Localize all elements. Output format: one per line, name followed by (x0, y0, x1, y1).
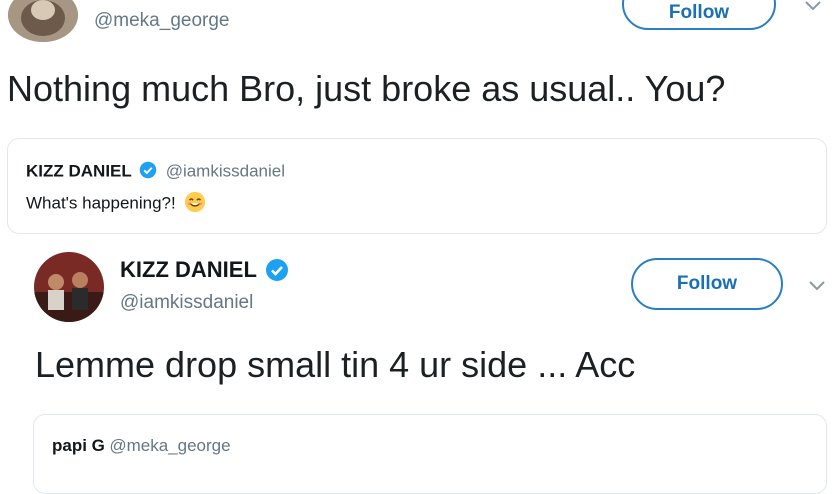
verified-badge-icon (265, 258, 289, 287)
quoted-tweet[interactable]: papi G @meka_george (33, 414, 827, 494)
quoted-author-handle: @meka_george (109, 436, 231, 455)
quoted-author-name: KIZZ DANIEL (26, 161, 132, 181)
follow-button-label: Follow (668, 2, 730, 23)
author-handle[interactable]: @iamkissdaniel (120, 292, 253, 314)
avatar[interactable] (8, 0, 78, 42)
verified-badge-icon (139, 161, 157, 184)
tweet-text: Nothing much Bro, just broke as usual.. … (7, 68, 726, 109)
quoted-tweet[interactable]: KIZZ DANIEL @iamkissdaniel What's happen… (7, 138, 827, 234)
chevron-down-icon[interactable] (803, 0, 823, 14)
avatar[interactable] (34, 252, 104, 322)
smiling-face-icon (184, 191, 206, 218)
chevron-down-icon[interactable] (807, 278, 827, 294)
author-name[interactable]: KIZZ DANIEL (120, 257, 257, 282)
quoted-tweet-text: What's happening?! (26, 193, 176, 213)
follow-button-label: Follow (676, 273, 738, 294)
follow-button[interactable]: Follow (622, 0, 776, 30)
quoted-author-name: papi G (52, 436, 105, 455)
author-handle[interactable]: @meka_george (94, 10, 229, 32)
follow-button[interactable]: Follow (631, 258, 783, 310)
tweet-text: Lemme drop small tin 4 ur side ... Acc (35, 344, 636, 385)
quoted-author-handle: @iamkissdaniel (165, 161, 285, 181)
